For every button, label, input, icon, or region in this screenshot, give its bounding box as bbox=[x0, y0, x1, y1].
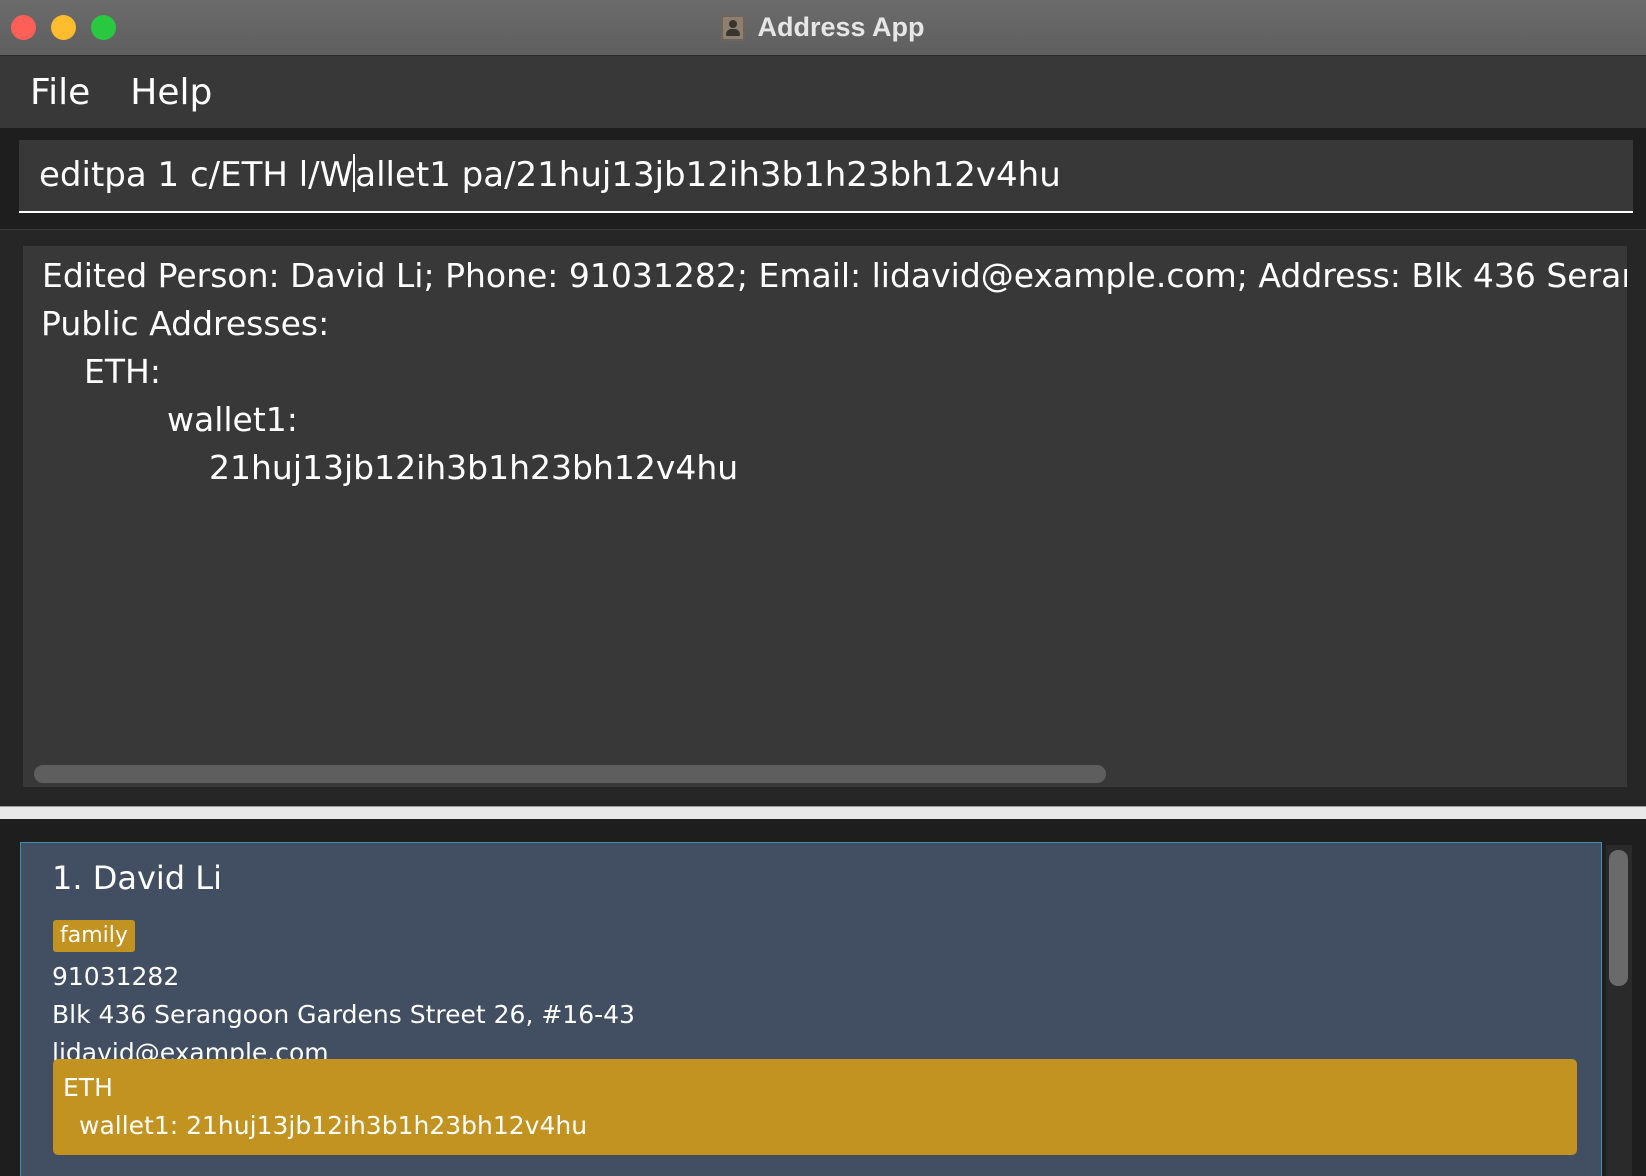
person-address: Blk 436 Serangoon Gardens Street 26, #16… bbox=[52, 1000, 635, 1029]
split-pane-divider[interactable] bbox=[0, 806, 1646, 820]
person-list-panel: 1. David Li family 91031282 Blk 436 Sera… bbox=[0, 819, 1646, 1176]
app-window: Address App File Help editpa 1 c/ETH l/W… bbox=[0, 0, 1646, 1176]
title-bar[interactable]: Address App bbox=[0, 0, 1646, 56]
vertical-scrollbar-thumb[interactable] bbox=[1609, 850, 1628, 986]
title-wrap: Address App bbox=[0, 0, 1646, 55]
person-phone: 91031282 bbox=[52, 962, 180, 991]
result-line-edited: Edited Person: David Li; Phone: 91031282… bbox=[42, 256, 1627, 295]
public-address-network: ETH bbox=[63, 1073, 113, 1102]
command-text[interactable]: editpa 1 c/ETH l/Wallet1 pa/21huj13jb12i… bbox=[39, 154, 1061, 195]
result-line-public-addresses: Public Addresses: bbox=[41, 304, 330, 343]
result-line-network: ETH: bbox=[84, 352, 161, 391]
tag-badge: family bbox=[53, 920, 135, 952]
result-line-wallet: wallet1: bbox=[167, 400, 298, 439]
window-title: Address App bbox=[757, 12, 925, 42]
menu-help[interactable]: Help bbox=[130, 72, 212, 113]
command-text-before-caret: editpa 1 c/ETH l/W bbox=[39, 155, 354, 195]
vertical-scrollbar[interactable] bbox=[1606, 845, 1632, 1176]
person-name: 1. David Li bbox=[52, 859, 222, 897]
command-area: editpa 1 c/ETH l/Wallet1 pa/21huj13jb12i… bbox=[0, 128, 1646, 228]
menu-file[interactable]: File bbox=[30, 72, 90, 113]
person-card[interactable]: 1. David Li family 91031282 Blk 436 Sera… bbox=[20, 842, 1602, 1176]
public-address-wallet: wallet1: 21huj13jb12ih3b1h23bh12v4hu bbox=[79, 1111, 588, 1140]
public-address-box: ETH wallet1: 21huj13jb12ih3b1h23bh12v4hu bbox=[53, 1059, 1577, 1155]
command-text-after-caret: allet1 pa/21huj13jb12ih3b1h23bh12v4hu bbox=[355, 155, 1061, 195]
result-panel: Edited Person: David Li; Phone: 91031282… bbox=[0, 229, 1646, 808]
result-line-address: 21huj13jb12ih3b1h23bh12v4hu bbox=[209, 448, 739, 487]
address-book-icon bbox=[721, 14, 746, 41]
menu-bar: File Help bbox=[0, 56, 1646, 128]
horizontal-scrollbar[interactable] bbox=[34, 765, 1106, 783]
command-input[interactable]: editpa 1 c/ETH l/Wallet1 pa/21huj13jb12i… bbox=[19, 140, 1633, 213]
result-display[interactable]: Edited Person: David Li; Phone: 91031282… bbox=[23, 246, 1627, 787]
